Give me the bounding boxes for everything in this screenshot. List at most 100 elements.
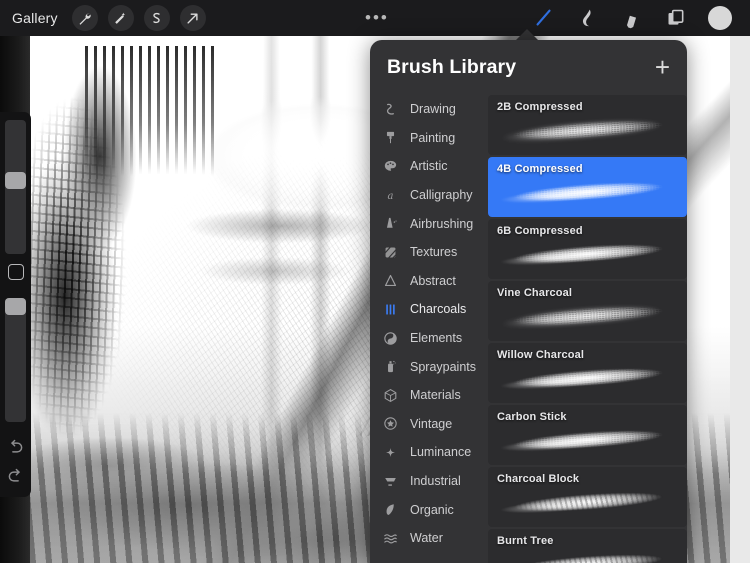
brush-category-painting[interactable]: Painting bbox=[370, 124, 488, 153]
brush-item-name: Carbon Stick bbox=[497, 411, 567, 423]
brush-category-artistic[interactable]: Artistic bbox=[370, 152, 488, 181]
brush-category-industrial[interactable]: Industrial bbox=[370, 467, 488, 496]
brush-category-elements[interactable]: Elements bbox=[370, 324, 488, 353]
brush-category-label: Industrial bbox=[410, 474, 461, 489]
brush-category-label: Vintage bbox=[410, 416, 453, 431]
brush-category-charcoals[interactable]: Charcoals bbox=[370, 295, 488, 324]
more-options-icon[interactable]: ••• bbox=[365, 9, 389, 26]
procreate-app-window: Gallery ••• Brush Library + Drawing Pain… bbox=[0, 0, 750, 563]
brush-category-vintage[interactable]: Vintage bbox=[370, 410, 488, 439]
brush-stroke-preview bbox=[495, 483, 679, 523]
airbrush-icon bbox=[379, 214, 401, 234]
brush-category-label: Artistic bbox=[410, 159, 448, 174]
cube-icon bbox=[379, 385, 401, 405]
brush-item[interactable]: 2B Compressed bbox=[488, 95, 687, 155]
brush-item[interactable]: 4B Compressed bbox=[488, 157, 687, 217]
brush-item[interactable]: Burnt Tree bbox=[488, 529, 687, 563]
brush-item-name: Burnt Tree bbox=[497, 535, 554, 547]
brush-category-label: Spraypaints bbox=[410, 359, 477, 374]
squiggle-icon bbox=[379, 99, 401, 119]
brush-item-name: 6B Compressed bbox=[497, 225, 583, 237]
panel-pointer-arrow bbox=[516, 29, 538, 40]
anvil-icon bbox=[379, 471, 401, 491]
brush-stroke-preview bbox=[495, 421, 679, 461]
top-toolbar: Gallery ••• bbox=[0, 0, 750, 36]
letter-a-icon: a bbox=[379, 185, 401, 205]
brush-stroke-preview bbox=[495, 359, 679, 399]
brush-item-name: 2B Compressed bbox=[497, 101, 583, 113]
brush-opacity-slider[interactable] bbox=[5, 298, 26, 422]
redo-icon[interactable] bbox=[5, 466, 26, 487]
star-circle-icon bbox=[379, 414, 401, 434]
waves-icon bbox=[379, 528, 401, 548]
yin-yang-icon bbox=[379, 328, 401, 348]
selection-s-icon[interactable] bbox=[143, 5, 170, 31]
brush-category-label: Luminance bbox=[410, 445, 472, 460]
brush-size-slider-thumb[interactable] bbox=[5, 172, 26, 189]
brush-item[interactable]: Charcoal Block bbox=[488, 467, 687, 527]
brush-item-list[interactable]: 2B Compressed 4B Compressed 6B Compressed V… bbox=[488, 95, 687, 563]
brush-category-label: Abstract bbox=[410, 273, 456, 288]
brush-opacity-slider-thumb[interactable] bbox=[5, 298, 26, 315]
brush-category-materials[interactable]: Materials bbox=[370, 381, 488, 410]
brush-library-header: Brush Library + bbox=[370, 40, 687, 94]
triangle-icon bbox=[379, 271, 401, 291]
undo-icon[interactable] bbox=[5, 437, 26, 458]
panel-title: Brush Library bbox=[387, 55, 517, 78]
brush-category-label: Airbrushing bbox=[410, 216, 474, 231]
artwork-tree-strokes bbox=[85, 46, 215, 176]
texture-icon bbox=[379, 242, 401, 262]
brush-category-drawing[interactable]: Drawing bbox=[370, 95, 488, 124]
brush-category-textures[interactable]: Textures bbox=[370, 238, 488, 267]
brush-item-name: Willow Charcoal bbox=[497, 349, 585, 361]
wrench-icon[interactable] bbox=[71, 5, 98, 31]
layers-icon[interactable] bbox=[654, 0, 698, 36]
bars-icon bbox=[379, 299, 401, 319]
brush-item-name: Vine Charcoal bbox=[497, 287, 573, 299]
brush-stroke-preview bbox=[495, 111, 679, 151]
brush-category-label: Painting bbox=[410, 130, 456, 145]
arrow-transform-icon[interactable] bbox=[179, 5, 206, 31]
brush-category-label: Textures bbox=[410, 245, 458, 260]
brush-category-label: Elements bbox=[410, 331, 463, 346]
brush-category-abstract[interactable]: Abstract bbox=[370, 267, 488, 296]
brush-stroke-preview bbox=[495, 545, 679, 563]
brush-item[interactable]: Willow Charcoal bbox=[488, 343, 687, 403]
brush-category-list[interactable]: Drawing Painting Artistic a Calligraphy Airbr… bbox=[370, 95, 488, 563]
color-swatch[interactable] bbox=[698, 0, 742, 36]
brush-size-slider[interactable] bbox=[5, 120, 26, 254]
magic-wand-icon[interactable] bbox=[107, 5, 134, 31]
leaf-icon bbox=[379, 500, 401, 520]
brush-category-airbrushing[interactable]: Airbrushing bbox=[370, 209, 488, 238]
brush-category-organic[interactable]: Organic bbox=[370, 495, 488, 524]
gallery-button[interactable]: Gallery bbox=[12, 10, 58, 26]
brush-item[interactable]: 6B Compressed bbox=[488, 219, 687, 279]
brush-category-water[interactable]: Water bbox=[370, 524, 488, 553]
palette-icon bbox=[379, 156, 401, 176]
sparkle-icon bbox=[379, 442, 401, 462]
brush-item[interactable]: Carbon Stick bbox=[488, 405, 687, 465]
eraser-icon[interactable] bbox=[610, 0, 654, 36]
brush-item-name: 4B Compressed bbox=[497, 163, 583, 175]
brush-category-calligraphy[interactable]: a Calligraphy bbox=[370, 181, 488, 210]
left-toolbar bbox=[0, 112, 31, 497]
smudge-icon[interactable] bbox=[566, 0, 610, 36]
brush-category-label: Materials bbox=[410, 388, 461, 403]
svg-text:a: a bbox=[387, 191, 393, 202]
brush-library-panel: Brush Library + Drawing Painting Artistic a… bbox=[370, 40, 687, 563]
brush-stroke-preview bbox=[495, 235, 679, 275]
brush-category-label: Organic bbox=[410, 502, 454, 517]
brush-stroke-preview bbox=[495, 297, 679, 337]
brush-category-label: Water bbox=[410, 531, 443, 546]
brush-category-luminance[interactable]: Luminance bbox=[370, 438, 488, 467]
brush-item[interactable]: Vine Charcoal bbox=[488, 281, 687, 341]
brush-category-label: Calligraphy bbox=[410, 188, 473, 203]
spraycan-icon bbox=[379, 357, 401, 377]
paintbrush-icon bbox=[379, 128, 401, 148]
add-brush-icon[interactable]: + bbox=[655, 54, 670, 80]
top-right-tools bbox=[522, 0, 742, 36]
brush-item-name: Charcoal Block bbox=[497, 473, 580, 485]
brush-category-spraypaints[interactable]: Spraypaints bbox=[370, 352, 488, 381]
modify-button[interactable] bbox=[8, 264, 24, 280]
brush-stroke-preview bbox=[495, 173, 679, 213]
